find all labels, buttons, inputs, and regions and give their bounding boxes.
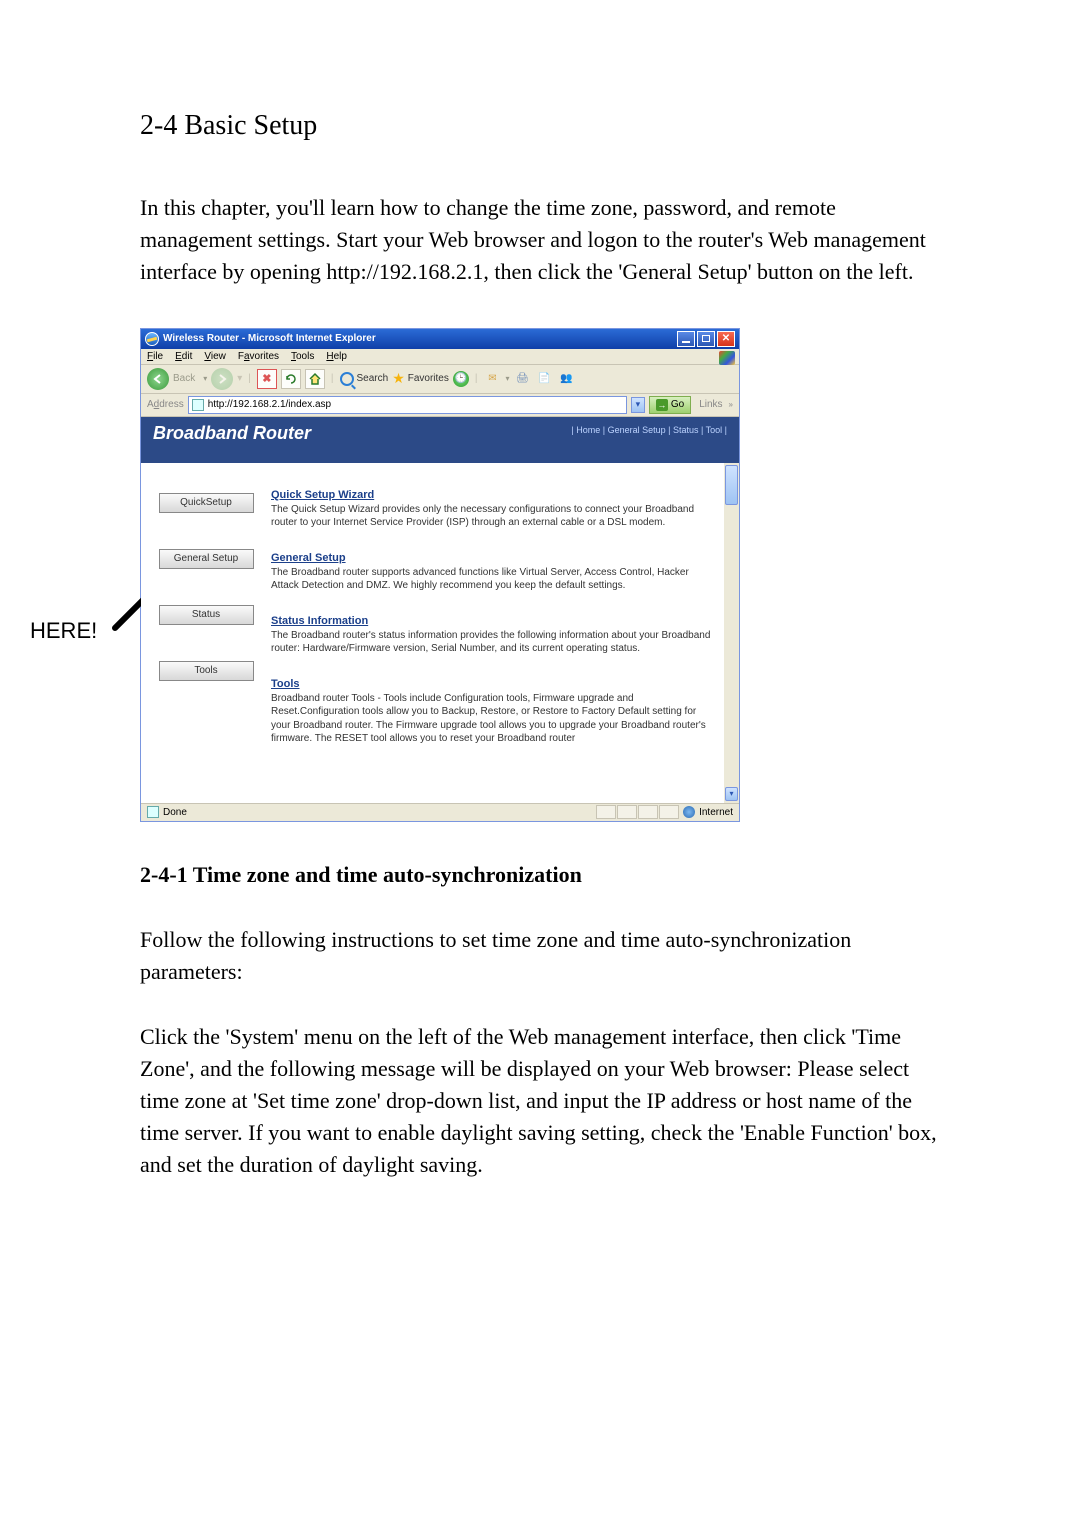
section-quicksetup: Quick Setup Wizard The Quick Setup Wizar… [271, 489, 714, 530]
menu-help[interactable]: Help [326, 351, 347, 362]
status-cells [596, 805, 679, 819]
back-label: Back [173, 373, 195, 384]
section-tools: Tools Broadband router Tools - Tools inc… [271, 678, 714, 746]
windows-flag-icon [719, 351, 735, 365]
main-pane: Quick Setup Wizard The Quick Setup Wizar… [271, 463, 724, 803]
scroll-down-button[interactable]: ▾ [725, 787, 738, 801]
url-text: http://192.168.2.1/index.asp [208, 399, 331, 410]
section-body-status: The Broadband router's status informatio… [271, 629, 714, 656]
section-body-quick: The Quick Setup Wizard provides only the… [271, 503, 714, 530]
home-button[interactable] [305, 369, 325, 389]
banner-nav-links[interactable]: | Home | General Setup | Status | Tool | [571, 425, 727, 435]
minimize-button[interactable] [677, 331, 695, 347]
section-title-tools[interactable]: Tools [271, 678, 714, 690]
body-paragraph-2: Follow the following instructions to set… [140, 924, 940, 988]
screenshot-figure: HERE! Wireless Router - Microsoft Intern… [30, 328, 940, 822]
search-icon [340, 372, 354, 386]
here-callout: HERE! [30, 618, 97, 644]
status-bar: Done Internet [141, 803, 739, 821]
discuss-icon[interactable]: 👥 [558, 370, 576, 388]
menu-view[interactable]: View [204, 351, 226, 362]
print-icon[interactable]: 🖨 [514, 370, 532, 388]
address-label: Address [147, 399, 184, 410]
sidebar-status-button[interactable]: Status [159, 605, 254, 625]
section-title-quick[interactable]: Quick Setup Wizard [271, 489, 714, 501]
toolbar: Back ▾ ▾ | ✖ | Search ★ Favorites [141, 365, 739, 394]
intro-paragraph: In this chapter, you'll learn how to cha… [140, 192, 940, 288]
subsection-title: 2-4-1 Time zone and time auto-synchroniz… [140, 862, 940, 888]
content-area: ▾ QuickSetup General Setup Status Tools … [141, 463, 739, 803]
links-label[interactable]: Links [699, 399, 722, 410]
back-button[interactable] [147, 368, 169, 390]
menu-favorites[interactable]: Favorites [238, 351, 279, 362]
close-button[interactable]: ✕ [717, 331, 735, 347]
body-paragraph-3: Click the 'System' menu on the left of t… [140, 1021, 940, 1180]
done-icon [147, 806, 159, 818]
ie-window: Wireless Router - Microsoft Internet Exp… [140, 328, 740, 822]
menu-file[interactable]: File [147, 351, 163, 362]
window-title: Wireless Router - Microsoft Internet Exp… [163, 333, 376, 344]
section-generalsetup: General Setup The Broadband router suppo… [271, 552, 714, 593]
stop-button[interactable]: ✖ [257, 369, 277, 389]
page-icon [192, 399, 204, 411]
address-dropdown[interactable]: ▾ [631, 397, 645, 413]
banner-title: Broadband Router [153, 423, 311, 444]
sidebar-tools-button[interactable]: Tools [159, 661, 254, 681]
menu-bar: File Edit View Favorites Tools Help [141, 349, 739, 365]
router-banner: Broadband Router | Home | General Setup … [141, 417, 739, 463]
sidebar: QuickSetup General Setup Status Tools [141, 463, 271, 803]
go-button[interactable]: → Go [649, 396, 691, 414]
address-bar: Address http://192.168.2.1/index.asp ▾ →… [141, 394, 739, 417]
maximize-button[interactable] [697, 331, 715, 347]
media-icon[interactable]: 🕒 [453, 371, 469, 387]
scrollbar-thumb[interactable] [725, 465, 738, 505]
favorites-button[interactable]: ★ Favorites [392, 370, 449, 387]
section-title: 2-4 Basic Setup [140, 110, 940, 142]
menu-tools[interactable]: Tools [291, 351, 314, 362]
section-body-tools: Broadband router Tools - Tools include C… [271, 692, 714, 746]
mail-icon[interactable]: ✉ [483, 370, 501, 388]
edit-icon[interactable]: 📄 [536, 370, 554, 388]
status-zone: Internet [699, 807, 733, 818]
go-arrow-icon: → [656, 399, 668, 411]
internet-zone-icon [683, 806, 695, 818]
ie-icon [145, 332, 159, 346]
status-done: Done [163, 807, 187, 818]
section-title-status[interactable]: Status Information [271, 615, 714, 627]
address-input[interactable]: http://192.168.2.1/index.asp [188, 396, 627, 414]
star-icon: ★ [392, 370, 405, 387]
forward-button [211, 368, 233, 390]
titlebar[interactable]: Wireless Router - Microsoft Internet Exp… [141, 329, 739, 349]
section-status: Status Information The Broadband router'… [271, 615, 714, 656]
menu-edit[interactable]: Edit [175, 351, 192, 362]
section-title-general[interactable]: General Setup [271, 552, 714, 564]
search-button[interactable]: Search [340, 372, 389, 386]
refresh-button[interactable] [281, 369, 301, 389]
sidebar-quicksetup-button[interactable]: QuickSetup [159, 493, 254, 513]
section-body-general: The Broadband router supports advanced f… [271, 566, 714, 593]
sidebar-generalsetup-button[interactable]: General Setup [159, 549, 254, 569]
